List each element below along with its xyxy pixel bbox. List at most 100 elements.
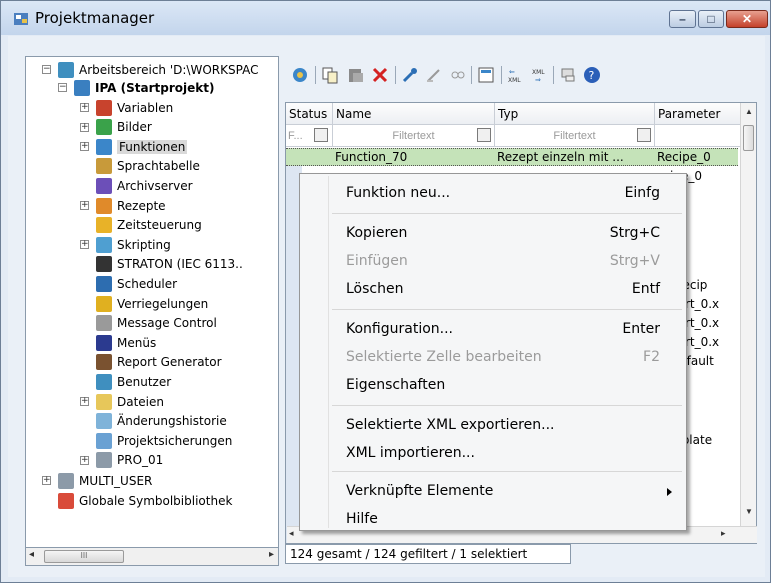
scroll-thumb[interactable]: III	[44, 550, 124, 563]
grid-vertical-scrollbar[interactable]: ▲ ▼	[740, 103, 756, 543]
tree-item-label: Skripting	[117, 237, 171, 252]
scroll-right-icon[interactable]: ▸	[721, 528, 726, 539]
column-header-name[interactable]: Name	[333, 103, 495, 125]
expand-icon[interactable]: +	[80, 142, 89, 152]
tree-item-project[interactable]: + PRO_01	[80, 451, 163, 470]
name-filter-input[interactable]: Filtertext	[333, 125, 495, 147]
status-filter[interactable]: F...	[286, 125, 333, 147]
tree-item-users[interactable]: Benutzer	[96, 372, 171, 391]
menu-item-label: Selektierte XML exportieren...	[346, 417, 555, 433]
tree-item-variables[interactable]: + Variablen	[80, 98, 173, 117]
tree-item-scripting[interactable]: + Skripting	[80, 235, 171, 254]
linked-elements-icon[interactable]	[449, 66, 467, 84]
menu-item-einfügen[interactable]: Einfügen Strg+V	[302, 250, 684, 274]
menus-icon	[96, 334, 112, 351]
copy-icon[interactable]	[321, 66, 339, 84]
menu-item-funktion-neu[interactable]: Funktion neu... Einfg	[302, 182, 684, 206]
menu-item-kopieren[interactable]: Kopieren Strg+C	[302, 222, 684, 246]
tree-item-interlock[interactable]: Verriegelungen	[96, 294, 208, 313]
tree-item-label: Rezepte	[117, 198, 166, 213]
tree-item-project[interactable]: − IPA (Startprojekt)	[58, 78, 215, 97]
menu-item-label: XML importieren...	[346, 445, 475, 461]
expand-icon[interactable]: +	[80, 455, 89, 465]
delete-icon[interactable]	[371, 66, 389, 84]
properties-icon[interactable]	[477, 66, 495, 84]
maximize-button[interactable]: □	[698, 10, 724, 28]
paste-icon[interactable]	[347, 66, 365, 84]
selected-table-row[interactable]: Function_70 Rezept einzeln mit ... Recip…	[286, 148, 738, 166]
tree-item-history[interactable]: Änderungshistorie	[96, 412, 227, 431]
global-library-icon	[58, 492, 74, 509]
help-icon[interactable]: ?	[583, 66, 601, 84]
filter-icon[interactable]	[314, 128, 328, 142]
configure-icon[interactable]	[401, 66, 419, 84]
expand-icon[interactable]: +	[80, 201, 89, 210]
tree-item-images[interactable]: + Bilder	[80, 118, 152, 137]
tree-item-scheduler[interactable]: Scheduler	[96, 274, 177, 293]
column-header-status[interactable]: Status	[286, 103, 333, 125]
tree-item-functions[interactable]: + Funktionen	[80, 137, 188, 156]
scroll-left-icon[interactable]: ◂	[29, 549, 34, 560]
tree-item-global-library[interactable]: Globale Symbolbibliothek	[58, 491, 232, 510]
menu-item-xml-importieren[interactable]: XML importieren...	[302, 442, 684, 466]
tree-item-report-generator[interactable]: Report Generator	[96, 353, 222, 372]
tree-item-archive-server[interactable]: Archivserver	[96, 176, 193, 195]
menu-item-selektierte-xml-exportieren[interactable]: Selektierte XML exportieren...	[302, 414, 684, 438]
project-tree[interactable]: − Arbeitsbereich 'D:\WORKSPAC − IPA (Startp…	[25, 56, 279, 566]
tree-item-folder[interactable]: + Dateien	[80, 392, 164, 411]
filter-icon[interactable]	[477, 128, 491, 142]
menu-item-hilfe[interactable]: Hilfe	[302, 508, 684, 532]
minimize-icon: –	[679, 12, 686, 26]
tree-item-label: Funktionen	[117, 139, 188, 154]
expand-icon[interactable]: +	[80, 397, 89, 406]
xml-export-icon[interactable]: ⇐XML	[507, 66, 525, 84]
menu-item-shortcut: Enter	[622, 321, 660, 337]
menu-item-konfiguration[interactable]: Konfiguration... Enter	[302, 318, 684, 342]
scroll-up-icon[interactable]: ▲	[745, 107, 753, 116]
menu-item-eigenschaften[interactable]: Eigenschaften	[302, 374, 684, 398]
column-header-typ[interactable]: Typ	[495, 103, 655, 125]
expand-icon[interactable]: +	[80, 103, 89, 112]
tree-item-backup[interactable]: Projektsicherungen	[96, 431, 232, 450]
tree-item-menus[interactable]: Menüs	[96, 333, 156, 352]
scroll-down-icon[interactable]: ▼	[745, 507, 753, 516]
collapse-icon[interactable]: −	[58, 83, 67, 92]
menu-item-verknüpfte-elemente[interactable]: Verknüpfte Elemente	[302, 480, 684, 504]
minimize-button[interactable]: –	[669, 10, 696, 28]
column-header-parameter[interactable]: Parameter	[655, 103, 742, 125]
menu-item-selektierte-zelle-bearbeiten[interactable]: Selektierte Zelle bearbeiten F2	[302, 346, 684, 370]
status-bar: 124 gesamt / 124 gefiltert / 1 selektier…	[285, 544, 571, 564]
expand-icon[interactable]: +	[80, 240, 89, 250]
tree-item-language-table[interactable]: Sprachtabelle	[96, 157, 200, 176]
xml-import-icon[interactable]: XML⇒	[531, 66, 549, 84]
typ-filter-input[interactable]: Filtertext	[495, 125, 655, 147]
replace-links-icon[interactable]	[559, 66, 577, 84]
tree-horizontal-scrollbar[interactable]: ◂ III ▸	[25, 547, 279, 566]
edit-cell-icon[interactable]	[425, 66, 443, 84]
menu-item-löschen[interactable]: Löschen Entf	[302, 278, 684, 302]
tree-item-straton[interactable]: STRATON (IEC 6113..	[96, 255, 243, 274]
menu-item-label: Verknüpfte Elemente	[346, 483, 494, 499]
title-bar[interactable]: Projektmanager – □ ✕	[1, 1, 770, 35]
expand-icon[interactable]: +	[80, 122, 89, 132]
close-button[interactable]: ✕	[726, 10, 768, 28]
scroll-left-icon[interactable]: ◂	[289, 528, 294, 539]
tree-item-clock[interactable]: Zeitsteuerung	[96, 216, 202, 235]
filter-icon[interactable]	[637, 128, 651, 142]
tree-item-label: Menüs	[117, 335, 157, 350]
tree-item-recipes[interactable]: + Rezepte	[80, 196, 166, 215]
tree-item-workspace[interactable]: − Arbeitsbereich 'D:\WORKSPAC	[42, 60, 258, 79]
expand-icon[interactable]: +	[42, 476, 51, 485]
scroll-right-icon[interactable]: ▸	[269, 549, 274, 560]
tree-item-message-control[interactable]: Message Control	[96, 314, 217, 333]
project-icon	[96, 452, 112, 469]
menu-item-label: Einfügen	[346, 253, 408, 269]
refresh-icon[interactable]	[291, 66, 309, 84]
parameter-filter-input[interactable]	[655, 125, 742, 147]
collapse-icon[interactable]: −	[42, 65, 51, 74]
menu-item-shortcut: Strg+V	[609, 253, 660, 269]
tree-item-label: IPA (Startprojekt)	[95, 80, 215, 95]
tree-item-multi-user[interactable]: + MULTI_USER	[42, 471, 152, 490]
scroll-thumb[interactable]	[743, 125, 754, 151]
message-control-icon	[96, 315, 112, 332]
